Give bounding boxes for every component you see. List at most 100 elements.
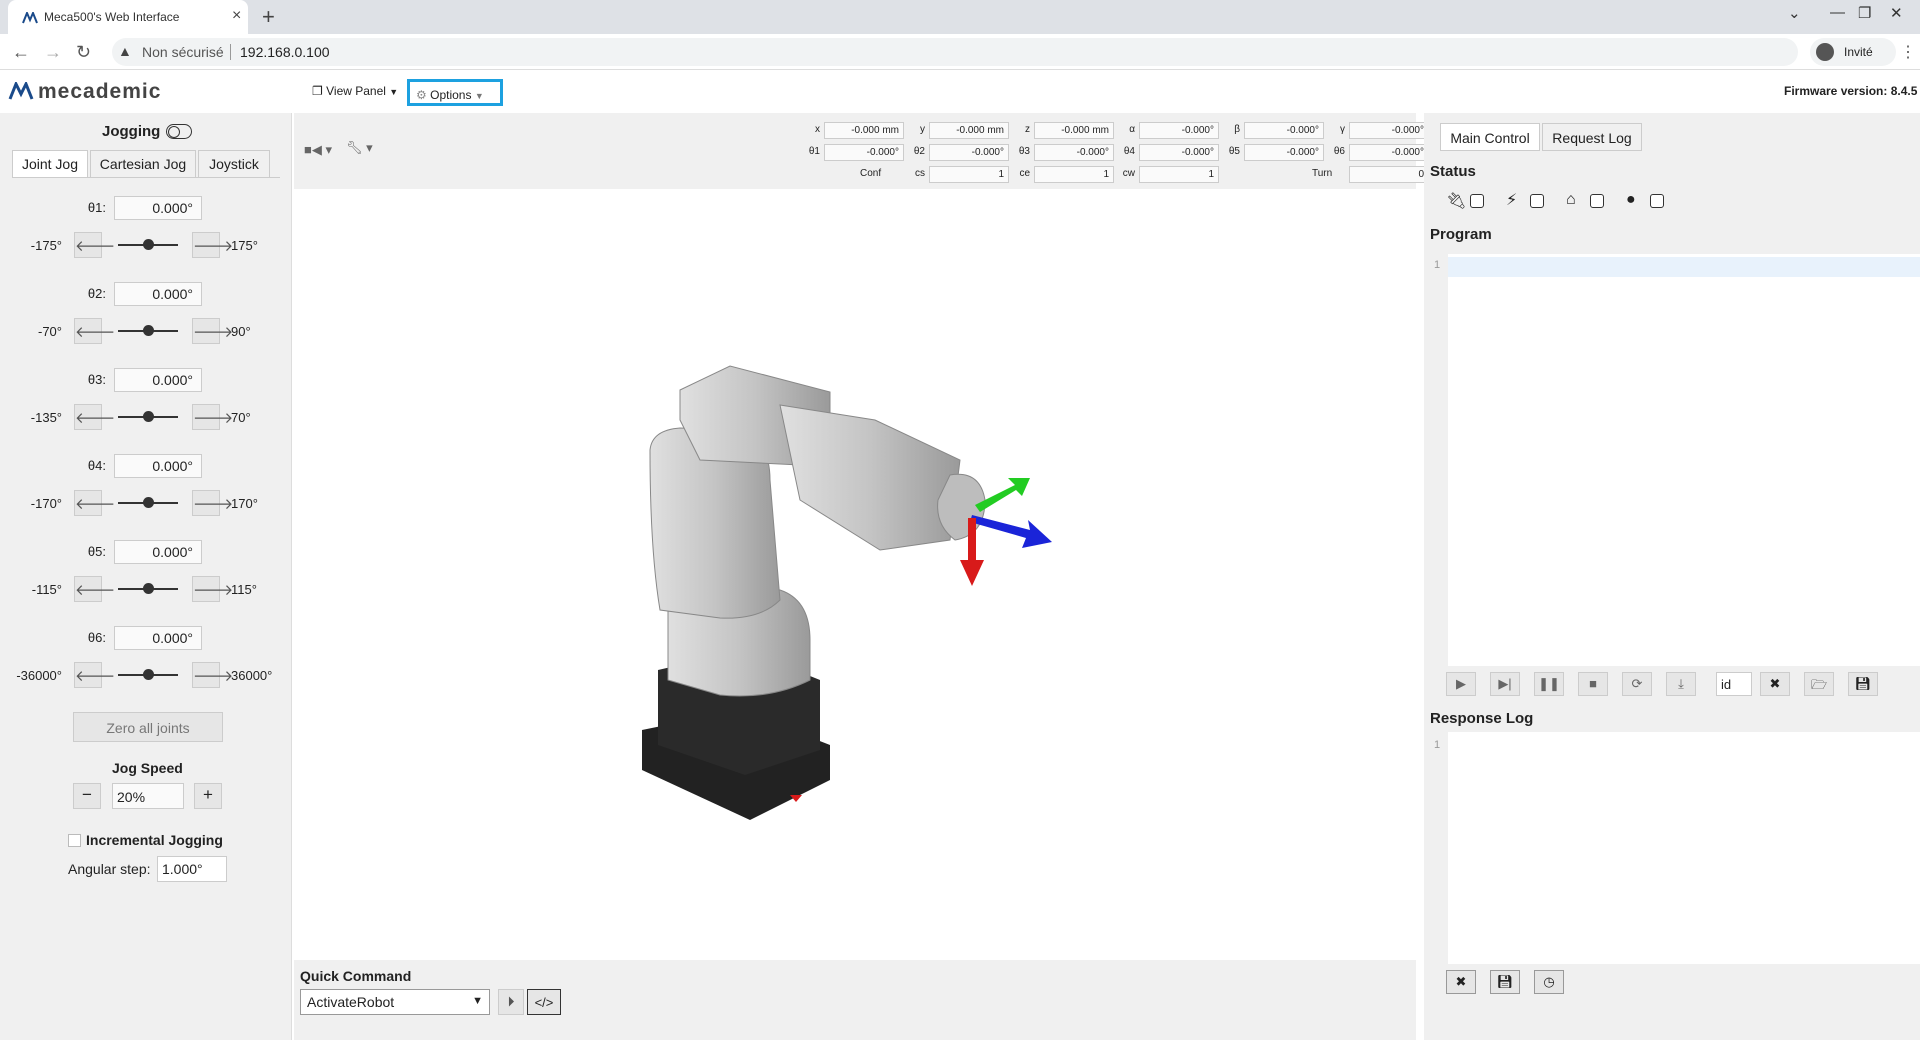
joint-label: θ1: [87,200,106,215]
browser-menu-icon[interactable]: ⋮ [1900,42,1916,62]
program-editor[interactable] [1448,254,1920,666]
save-program-button[interactable]: 💾︎ [1848,672,1878,696]
download-button[interactable]: ⤓ [1666,672,1696,696]
jog-positive-button[interactable]: 🡒 [192,232,233,258]
wrench-icon[interactable]: 🔧︎ ▾ [346,140,373,156]
jog-positive-button[interactable]: 🡒 [192,662,233,688]
tab-cartesian-jog[interactable]: Cartesian Jog [90,150,196,178]
jog-speed-increase-button[interactable]: + [194,783,222,809]
jog-positive-button[interactable]: 🡒 [192,318,233,344]
jog-positive-button[interactable]: 🡒 [192,576,233,602]
jog-speed-decrease-button[interactable]: − [73,783,101,809]
jog-negative-button[interactable]: 🡐 [74,662,115,688]
joint-value-input[interactable]: 0.000° [114,540,202,564]
jog-negative-button[interactable]: 🡐 [74,318,115,344]
history-button[interactable]: ◷ [1534,970,1564,994]
url-text[interactable]: 192.168.0.100 [240,44,330,60]
view-panel-menu[interactable]: ❐ View Panel ▼ [312,84,398,98]
response-log[interactable] [1448,732,1920,964]
angular-step-input[interactable]: 1.000° [157,856,227,882]
tab-search-chevron-icon[interactable]: ⌄ [1788,4,1801,22]
clear-log-button[interactable]: ✖ [1446,970,1476,994]
conf-value: 1 [1139,166,1219,183]
joint-slider-knob[interactable] [143,669,154,680]
firmware-version: Firmware version: 8.4.5 [1784,84,1918,98]
close-tab-icon[interactable]: × [232,7,241,25]
tab-main-control[interactable]: Main Control [1440,123,1540,151]
joint-value-input[interactable]: 0.000° [114,454,202,478]
folder-open-icon: 🗁︎ [1810,677,1828,692]
quick-command-selected: ActivateRobot [307,994,395,1010]
joint-value-input[interactable]: 0.000° [114,282,202,306]
view-panel-label: View Panel [326,84,386,98]
program-id-input[interactable]: id [1716,672,1752,696]
stop-button[interactable]: ■ [1578,672,1608,696]
forward-icon[interactable]: → [44,42,62,63]
open-program-button[interactable]: 🗁︎ [1804,672,1834,696]
joint-angle-value: -0.000° [1034,144,1114,161]
joint-label: θ3: [87,372,106,387]
code-editor-button[interactable]: </> [527,989,561,1015]
save-log-button[interactable]: 💾︎ [1490,970,1520,994]
reload-icon[interactable]: ↻ [76,42,91,63]
close-window-icon[interactable]: ✕ [1890,4,1903,22]
jog-negative-button[interactable]: 🡐 [74,576,115,602]
robot-3d-model[interactable] [620,350,1060,830]
joint-value-input[interactable]: 0.000° [114,368,202,392]
bolt-icon: ⚡︎ [1506,192,1518,209]
run-command-button[interactable]: ⏵ [498,989,524,1015]
joint-slider-knob[interactable] [143,239,154,250]
jog-negative-button[interactable]: 🡐 [74,490,115,516]
joint-max-label: 90° [231,324,251,339]
joint-slider-knob[interactable] [143,583,154,594]
joint-value-input[interactable]: 0.000° [114,196,202,220]
joint-min-label: -170° [30,496,62,511]
jog-positive-button[interactable]: 🡒 [192,490,233,516]
browser-tab[interactable]: Meca500's Web Interface × [8,0,248,34]
jogging-toggle[interactable] [166,124,192,139]
joint-value-input[interactable]: 0.000° [114,626,202,650]
quick-command-select[interactable]: ActivateRobot ▼ [300,989,490,1015]
joint-angle-label: θ3 [1018,146,1030,157]
minimize-icon[interactable]: — [1830,4,1845,21]
pose-label: x [815,124,820,135]
save-icon: 💾︎ [1854,676,1872,691]
turn-label: Turn [1312,168,1333,179]
jog-positive-button[interactable]: 🡒 [192,404,233,430]
joint-label: θ2: [87,286,106,301]
tab-request-log[interactable]: Request Log [1542,123,1642,151]
incremental-jogging-checkbox[interactable] [68,834,81,847]
close-icon: ✖ [1455,974,1467,989]
profile-button[interactable]: Invité [1810,38,1896,66]
arrow-right-icon: 🡒 [193,238,234,255]
joint-slider-knob[interactable] [143,497,154,508]
arrow-left-icon: 🡐 [75,668,116,685]
zero-all-joints-button[interactable]: Zero all joints [73,712,223,742]
loop-button[interactable]: ⟳ [1622,672,1652,696]
joint-slider-knob[interactable] [143,325,154,336]
joint-angle-label: θ4 [1123,146,1135,157]
back-icon[interactable]: ← [12,42,30,63]
tab-joint-jog[interactable]: Joint Jog [12,150,88,178]
joint-max-label: 170° [231,496,258,511]
play-button[interactable]: ▶ [1446,672,1476,696]
joint-min-label: -135° [30,410,62,425]
angular-step-label: Angular step: [68,861,151,877]
omnibox[interactable]: ▲ Non sécurisé 192.168.0.100 [112,38,1798,66]
jogging-title: Jogging [102,123,161,140]
tab-joystick[interactable]: Joystick [198,150,270,178]
camera-icon[interactable]: ■◀ ▾ [304,142,332,158]
incremental-jogging-label: Incremental Jogging [86,832,223,848]
joint-slider-knob[interactable] [143,411,154,422]
profile-avatar-icon [1816,43,1834,61]
clear-program-button[interactable]: ✖ [1760,672,1790,696]
jog-speed-input[interactable]: 20% [112,783,184,809]
pause-button[interactable]: ❚❚ [1534,672,1564,696]
restore-icon[interactable]: ❐ [1858,4,1871,22]
jog-negative-button[interactable]: 🡐 [74,404,115,430]
options-menu[interactable]: ⚙ Options ▼ [407,79,503,106]
step-button[interactable]: ▶| [1490,672,1520,696]
chevron-down-icon: ▼ [389,87,399,97]
jog-negative-button[interactable]: 🡐 [74,232,115,258]
new-tab-button[interactable]: + [262,4,275,30]
